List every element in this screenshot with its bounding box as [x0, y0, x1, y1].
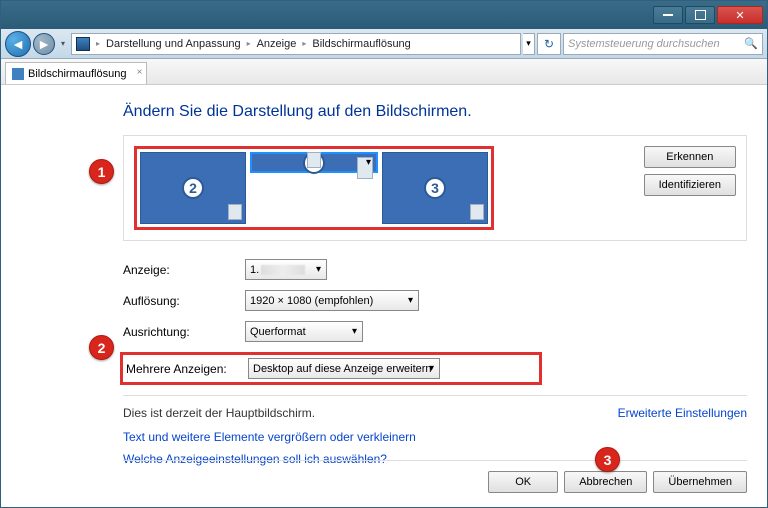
identify-button[interactable]: Identifizieren: [644, 174, 736, 196]
search-icon: 🔍: [744, 37, 758, 50]
page-title: Ändern Sie die Darstellung auf den Bilds…: [123, 103, 747, 121]
navbar: ◄ ► ▾ ▸ Darstellung und Anpassung ▸ Anze…: [1, 29, 767, 59]
refresh-button[interactable]: ↻: [537, 33, 561, 55]
divider: [123, 460, 747, 461]
redacted: [261, 265, 305, 275]
breadcrumb-item[interactable]: Darstellung und Anpassung: [106, 38, 241, 50]
monitor-number: 3: [424, 177, 446, 199]
content: Ändern Sie die Darstellung auf den Bilds…: [1, 85, 767, 466]
monitor-number: 2: [182, 177, 204, 199]
annotation-3: 3: [595, 447, 620, 472]
note-row: Dies ist derzeit der Hauptbildschirm. Er…: [123, 406, 747, 420]
monitor-icon: [12, 68, 24, 80]
display-select[interactable]: 1.: [245, 259, 327, 280]
titlebar: [1, 1, 767, 29]
monitor-device-icon: [228, 204, 242, 220]
monitor-device-icon: [307, 152, 321, 168]
history-dropdown[interactable]: ▾: [57, 34, 69, 54]
tab-strip: Bildschirmauflösung ×: [1, 59, 767, 85]
resolution-label: Auflösung:: [123, 294, 245, 308]
footer-buttons: OK Abbrechen Übernehmen: [488, 471, 747, 493]
minimize-button[interactable]: [653, 6, 683, 24]
address-dropdown[interactable]: ▾: [523, 33, 535, 55]
annotation-1: 1: [89, 159, 114, 184]
divider: [123, 395, 747, 396]
search-input[interactable]: Systemsteuerung durchsuchen 🔍: [563, 33, 763, 55]
breadcrumb-item[interactable]: Anzeige: [257, 38, 297, 50]
orientation-select[interactable]: Querformat: [245, 321, 363, 342]
window: ◄ ► ▾ ▸ Darstellung und Anpassung ▸ Anze…: [0, 0, 768, 508]
breadcrumb-item[interactable]: Bildschirmauflösung: [312, 38, 410, 50]
cancel-button[interactable]: Abbrechen: [564, 471, 647, 493]
annotation-2: 2: [89, 335, 114, 360]
main-display-note: Dies ist derzeit der Hauptbildschirm.: [123, 406, 315, 420]
breadcrumb-sep-icon: ▸: [302, 39, 306, 48]
apply-button[interactable]: Übernehmen: [653, 471, 747, 493]
advanced-settings-link[interactable]: Erweiterte Einstellungen: [618, 406, 747, 420]
control-panel-icon: [76, 37, 90, 51]
address-bar[interactable]: ▸ Darstellung und Anpassung ▸ Anzeige ▸ …: [71, 33, 521, 55]
tab-label: Bildschirmauflösung: [28, 68, 126, 80]
search-placeholder: Systemsteuerung durchsuchen: [568, 38, 720, 50]
breadcrumb-sep-icon: ▸: [96, 39, 100, 48]
monitor-device-icon: [357, 157, 373, 179]
back-button[interactable]: ◄: [5, 31, 31, 57]
monitor-1[interactable]: 1: [250, 152, 378, 173]
monitor-preview[interactable]: 2 1 3: [134, 146, 494, 230]
multiple-displays-label: Mehrere Anzeigen:: [126, 362, 248, 376]
link-text-size[interactable]: Text und weitere Elemente vergrößern ode…: [123, 430, 747, 444]
maximize-button[interactable]: [685, 6, 715, 24]
monitor-3[interactable]: 3: [382, 152, 488, 224]
monitor-2[interactable]: 2: [140, 152, 246, 224]
settings-form: Anzeige: 1. Auflösung: 1920 × 1080 (empf…: [123, 259, 747, 385]
forward-button[interactable]: ►: [33, 33, 55, 55]
monitor-preview-box: 2 1 3 Erkennen Identifizieren: [123, 135, 747, 241]
monitor-device-icon: [470, 204, 484, 220]
close-button[interactable]: [717, 6, 763, 24]
tab-resolution[interactable]: Bildschirmauflösung ×: [5, 62, 147, 84]
orientation-label: Ausrichtung:: [123, 325, 245, 339]
resolution-select[interactable]: 1920 × 1080 (empfohlen): [245, 290, 419, 311]
ok-button[interactable]: OK: [488, 471, 558, 493]
detect-button[interactable]: Erkennen: [644, 146, 736, 168]
link-which-settings[interactable]: Welche Anzeigeeinstellungen soll ich aus…: [123, 452, 747, 466]
tab-close-icon[interactable]: ×: [137, 67, 143, 78]
multiple-displays-select[interactable]: Desktop auf diese Anzeige erweitern: [248, 358, 440, 379]
display-label: Anzeige:: [123, 263, 245, 277]
breadcrumb-sep-icon: ▸: [247, 39, 251, 48]
